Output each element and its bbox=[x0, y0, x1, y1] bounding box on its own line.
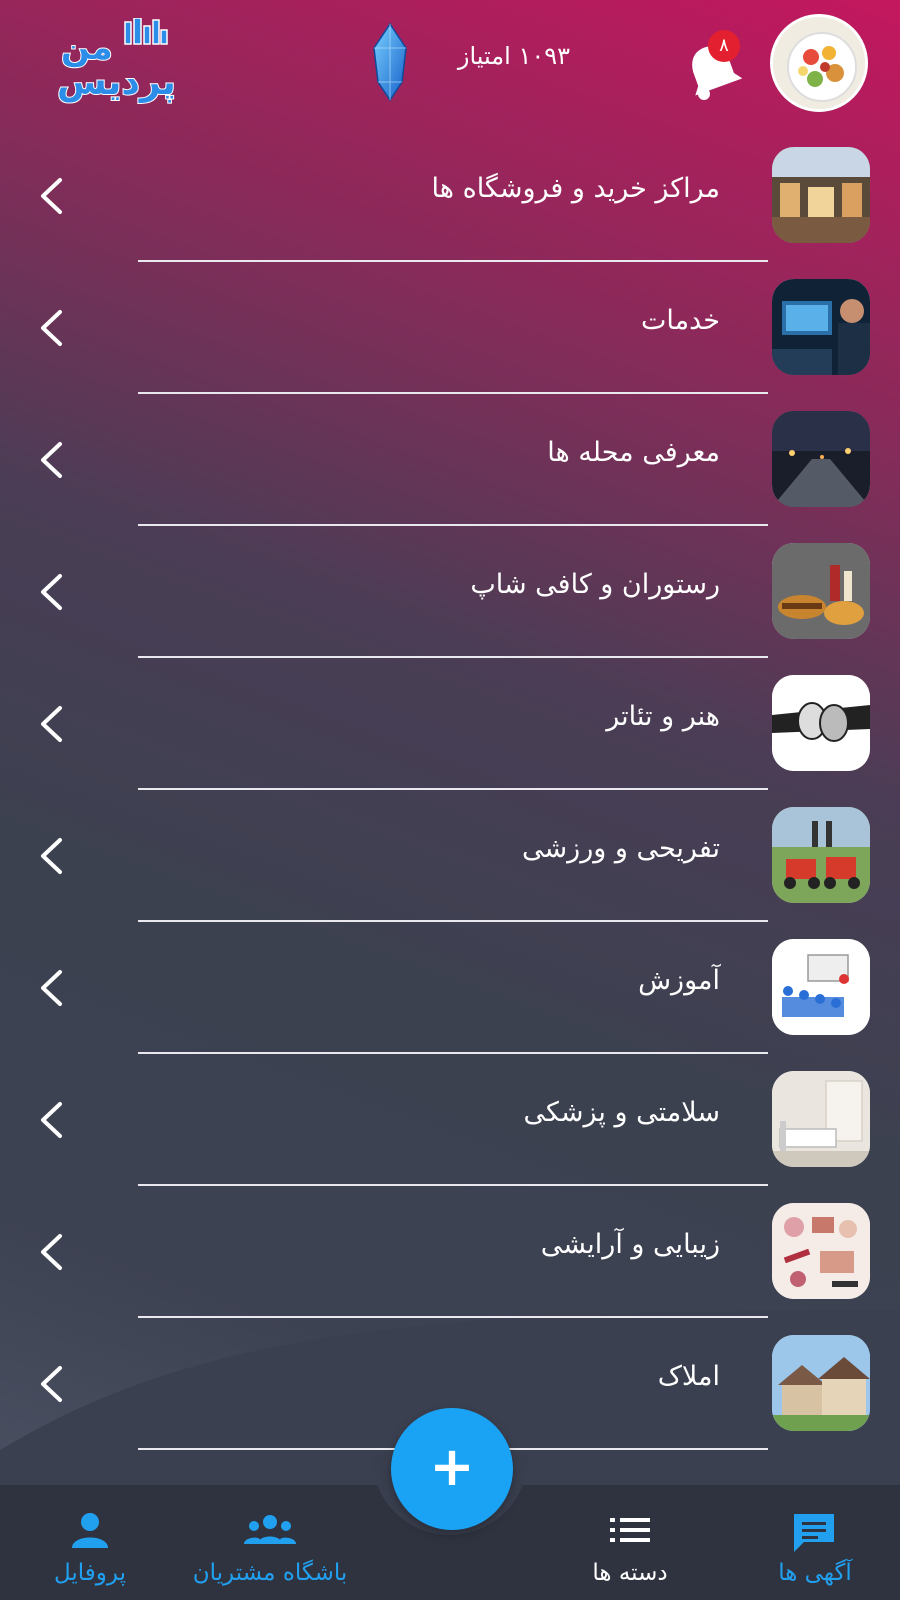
nav-ads[interactable]: آگهی ها bbox=[760, 1500, 870, 1600]
category-label: املاک bbox=[657, 1361, 720, 1392]
logo-text-bottom: پردیس bbox=[56, 61, 177, 104]
chevron-left-icon bbox=[41, 178, 62, 214]
category-label: زیبایی و آرایشی bbox=[540, 1229, 720, 1260]
chevron-left-icon bbox=[41, 970, 62, 1006]
nav-customer-club-label: باشگاه مشتریان bbox=[192, 1560, 348, 1586]
category-item[interactable]: زیبایی و آرایشی bbox=[0, 1191, 900, 1323]
category-item[interactable]: سلامتی و پزشکی bbox=[0, 1059, 900, 1191]
divider bbox=[138, 920, 768, 922]
category-item[interactable]: هنر و تئاتر bbox=[0, 663, 900, 795]
add-button[interactable]: + bbox=[391, 1408, 513, 1530]
nav-profile[interactable]: پروفایل bbox=[40, 1500, 140, 1600]
group-icon bbox=[244, 1515, 296, 1544]
chevron-left-icon bbox=[41, 706, 62, 742]
list-icon bbox=[610, 1518, 650, 1542]
category-label: خدمات bbox=[641, 305, 720, 336]
karting-thumbnail bbox=[772, 807, 870, 903]
divider bbox=[138, 1184, 768, 1186]
category-item[interactable]: خدمات bbox=[0, 267, 900, 399]
divider bbox=[138, 788, 768, 790]
services-thumbnail bbox=[772, 279, 870, 375]
nav-categories[interactable]: دسته ها bbox=[560, 1500, 700, 1600]
chevron-left-icon bbox=[41, 574, 62, 610]
nav-categories-label: دسته ها bbox=[592, 1560, 668, 1586]
notifications-button[interactable]: ۸ bbox=[678, 30, 748, 100]
category-item[interactable]: مراکز خرید و فروشگاه ها bbox=[0, 135, 900, 267]
ads-chat-icon bbox=[794, 1514, 834, 1552]
category-label: مراکز خرید و فروشگاه ها bbox=[431, 173, 720, 204]
houses-thumbnail bbox=[772, 1335, 870, 1431]
top-bar: ۸ ۱۰۹۳ امتیاز من پردیس bbox=[0, 0, 900, 130]
category-label: آموزش bbox=[638, 965, 720, 996]
hospital-bed-thumbnail bbox=[772, 1071, 870, 1167]
app-logo: من پردیس bbox=[55, 18, 185, 110]
notification-badge: ۸ bbox=[708, 30, 740, 62]
cosmetics-thumbnail bbox=[772, 1203, 870, 1299]
category-item[interactable]: رستوران و کافی شاپ bbox=[0, 531, 900, 663]
divider bbox=[138, 524, 768, 526]
divider bbox=[138, 392, 768, 394]
points-label: ۱۰۹۳ امتیاز bbox=[457, 42, 570, 70]
divider bbox=[138, 656, 768, 658]
chevron-left-icon bbox=[41, 310, 62, 346]
classroom-thumbnail bbox=[772, 939, 870, 1035]
category-label: سلامتی و پزشکی bbox=[523, 1097, 720, 1128]
category-item[interactable]: تفریحی و ورزشی bbox=[0, 795, 900, 927]
app-screen: ۸ ۱۰۹۳ امتیاز من پردیس مراکز خرید و فروش… bbox=[0, 0, 900, 1600]
chevron-left-icon bbox=[41, 442, 62, 478]
nav-customer-club[interactable]: باشگاه مشتریان bbox=[180, 1500, 360, 1600]
divider bbox=[138, 260, 768, 262]
divider bbox=[138, 1316, 768, 1318]
chevron-left-icon bbox=[41, 1102, 62, 1138]
user-avatar[interactable] bbox=[770, 14, 868, 112]
restaurant-thumbnail bbox=[772, 543, 870, 639]
theater-masks-thumbnail bbox=[772, 675, 870, 771]
category-label: رستوران و کافی شاپ bbox=[470, 569, 720, 600]
nav-profile-label: پروفایل bbox=[53, 1560, 127, 1586]
category-item[interactable]: آموزش bbox=[0, 927, 900, 1059]
category-label: هنر و تئاتر bbox=[606, 701, 720, 732]
food-plate-icon bbox=[773, 17, 865, 109]
neighborhood-thumbnail bbox=[772, 411, 870, 507]
chevron-left-icon bbox=[41, 1234, 62, 1270]
shopping-mall-thumbnail bbox=[772, 147, 870, 243]
divider bbox=[138, 1052, 768, 1054]
category-label: تفریحی و ورزشی bbox=[522, 833, 720, 864]
nav-ads-label: آگهی ها bbox=[778, 1560, 852, 1586]
person-icon bbox=[72, 1513, 108, 1548]
category-label: معرفی محله ها bbox=[547, 437, 720, 468]
crystal-icon bbox=[373, 22, 407, 102]
chevron-left-icon bbox=[41, 1366, 62, 1402]
chevron-left-icon bbox=[41, 838, 62, 874]
category-item[interactable]: معرفی محله ها bbox=[0, 399, 900, 531]
